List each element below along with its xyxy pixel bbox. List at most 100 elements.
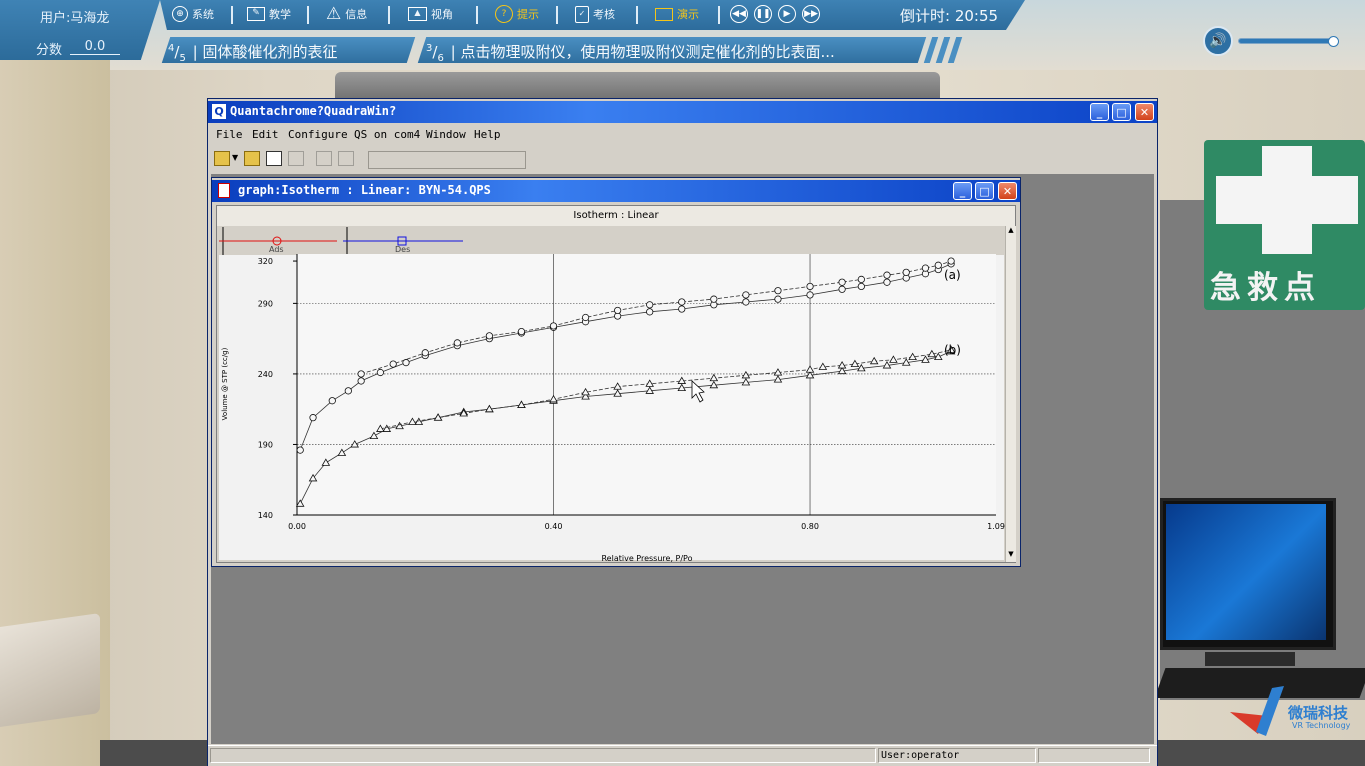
save-icon[interactable]: [288, 151, 304, 166]
step-current-label: 3/6 | 点击物理吸附仪，使用物理吸附仪测定催化剂的比表面...: [426, 43, 835, 64]
play-icon[interactable]: ▶: [778, 5, 796, 23]
menu-info-label: 信息: [345, 8, 368, 21]
menu-exam[interactable]: ✓ 考核: [575, 0, 615, 28]
menu-exam-label: 考核: [593, 8, 615, 21]
graph-client: Isotherm : Linear Ads Des 0.00 0.40 0.80 1.…: [216, 205, 1016, 563]
open-icon[interactable]: [244, 151, 260, 166]
menu-demo-label: 演示: [677, 8, 699, 21]
menu-info[interactable]: ⚠ 信息: [326, 0, 367, 28]
graph-doc-icon: [218, 183, 230, 198]
menu-demo[interactable]: 演示: [655, 0, 699, 28]
data-point: [883, 278, 891, 286]
menu-system-label: 系统: [192, 8, 214, 21]
data-point: [389, 360, 397, 368]
menu-qs[interactable]: QS on com4: [354, 128, 420, 141]
menu-view[interactable]: ▲ 视角: [408, 0, 453, 28]
graph-icon[interactable]: [266, 151, 282, 166]
user-name: 用户:马海龙: [40, 11, 110, 26]
data-point: [902, 268, 910, 276]
data-point: [806, 291, 814, 299]
menu-hint[interactable]: ? 提示: [495, 0, 539, 28]
print-preview-icon[interactable]: [338, 151, 354, 166]
graph-vertical-scrollbar[interactable]: ▲ ▼: [1005, 226, 1016, 562]
first-aid-label: 急救点: [1210, 270, 1321, 306]
dropdown-arrow-icon[interactable]: ▼: [232, 153, 238, 162]
step-task-label: 4/5 | 固体酸催化剂的表征: [168, 43, 338, 64]
data-point: [376, 368, 384, 377]
menu-edit[interactable]: Edit: [252, 128, 279, 141]
toolbar-combo[interactable]: [368, 151, 526, 169]
minimize-button[interactable]: _: [1090, 103, 1109, 121]
monitor-screen: [1166, 504, 1326, 640]
annotation-b: (b): [944, 343, 961, 357]
close-button[interactable]: ✕: [1135, 103, 1154, 121]
data-point: [485, 332, 493, 340]
data-point: [614, 306, 622, 315]
data-point: [742, 291, 750, 299]
new-icon[interactable]: [214, 151, 230, 166]
volume-button[interactable]: 🔊: [1203, 26, 1233, 56]
menu-configure[interactable]: Configure: [288, 128, 348, 141]
menu-system[interactable]: ⊕ 系统: [172, 0, 214, 28]
data-point: [806, 282, 814, 291]
scroll-down-icon[interactable]: ▼: [1006, 550, 1016, 562]
data-point: [838, 278, 846, 286]
monitor-stand: [1205, 652, 1295, 666]
status-bar: User:operator: [208, 745, 1157, 766]
graph-close-button[interactable]: ✕: [998, 182, 1017, 200]
y-tick-label: 190: [258, 440, 273, 449]
x-tick-label: 0.80: [801, 522, 819, 531]
logo-text: 微瑞科技: [1288, 704, 1349, 722]
data-point: [328, 397, 336, 405]
data-point: [678, 305, 686, 313]
scroll-up-icon[interactable]: ▲: [1006, 226, 1016, 238]
step-task-num: 4: [168, 43, 175, 54]
data-point: [646, 308, 654, 316]
step-current-num: 3: [426, 43, 433, 54]
menu-teach[interactable]: ✎ 教学: [247, 0, 291, 28]
data-point: [947, 257, 955, 265]
maximize-button[interactable]: □: [1112, 103, 1131, 121]
y-tick-label: 290: [258, 299, 273, 308]
quadrawin-titlebar[interactable]: Q Quantachrome?QuadraWin? _ □ ✕: [208, 101, 1157, 123]
pause-icon[interactable]: ❚❚: [754, 5, 772, 23]
toolbar: ▼: [208, 147, 1157, 171]
y-tick-label: 140: [258, 511, 273, 520]
step-task-text: 固体酸催化剂的表征: [202, 43, 338, 61]
y-tick-label: 320: [258, 257, 273, 266]
menu-separator: [476, 6, 478, 24]
fast-forward-icon[interactable]: ▶▶: [802, 5, 820, 23]
graph-titlebar[interactable]: graph:Isotherm : Linear: BYN-54.QPS _ □ …: [212, 180, 1020, 202]
score-value: 0.0: [70, 39, 120, 55]
graph-title: graph:Isotherm : Linear: BYN-54.QPS: [238, 183, 491, 197]
score-label: 分数: [36, 43, 63, 58]
data-point: [581, 313, 590, 322]
data-point: [421, 349, 429, 357]
menu-separator: [307, 6, 309, 24]
menu-help[interactable]: Help: [474, 128, 501, 141]
globe-icon: ⊕: [172, 6, 188, 22]
data-point: [296, 446, 304, 454]
menu-teach-label: 教学: [269, 8, 291, 21]
menu-separator: [636, 6, 638, 24]
status-pane-main: [210, 748, 876, 763]
rewind-icon[interactable]: ◀◀: [730, 5, 748, 23]
print-icon[interactable]: [316, 151, 332, 166]
menu-window[interactable]: Window: [426, 128, 466, 141]
data-point: [857, 282, 865, 291]
plot-frame: [297, 254, 996, 515]
data-point: [857, 275, 865, 283]
volume-slider-knob[interactable]: [1328, 36, 1339, 47]
status-pane-extra: [1038, 748, 1150, 763]
status-user: User:operator: [878, 748, 1036, 763]
x-tick-label: 0.00: [288, 522, 306, 531]
data-point: [344, 387, 352, 395]
menu-separator: [231, 6, 233, 24]
menu-file[interactable]: File: [216, 128, 243, 141]
data-point: [646, 301, 654, 309]
data-point: [742, 298, 750, 306]
x-axis-label: Relative Pressure, P/Po: [601, 554, 692, 563]
first-aid-cross-bar: [1216, 176, 1358, 224]
graph-minimize-button[interactable]: _: [953, 182, 972, 200]
graph-maximize-button[interactable]: □: [975, 182, 994, 200]
